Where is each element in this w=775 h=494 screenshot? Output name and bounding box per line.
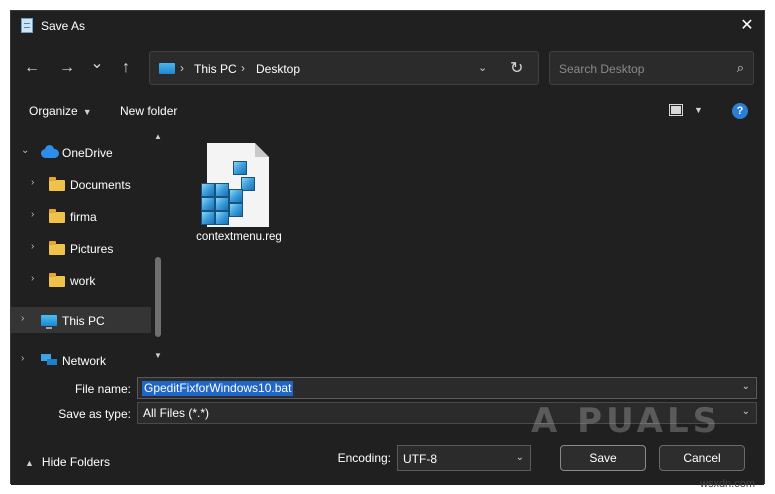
navigation-scrollbar[interactable]: ▲ ▼	[151, 129, 167, 365]
help-icon[interactable]: ?	[732, 103, 748, 119]
appuals-watermark: A PUALS	[531, 401, 722, 441]
encoding-select[interactable]: UTF-8 ⌄	[397, 445, 531, 471]
chevron-down-icon: ▼	[82, 107, 92, 117]
sidebar-item-label: Pictures	[70, 242, 114, 256]
close-button[interactable]: ✕	[736, 15, 758, 37]
collapsed-chevron-icon[interactable]: ›	[31, 273, 34, 284]
folder-icon	[49, 177, 65, 191]
sidebar-item-label: This PC	[62, 314, 105, 328]
scroll-down-arrow-icon[interactable]: ▼	[154, 351, 162, 360]
organize-label: Organize	[29, 104, 78, 118]
window-title: Save As	[41, 19, 86, 33]
registry-cube-icon	[215, 211, 229, 225]
file-name-field[interactable]: GpeditFixforWindows10.bat ⌄	[137, 377, 757, 399]
collapsed-chevron-icon[interactable]: ›	[31, 177, 34, 188]
sidebar-item-network[interactable]: › Network	[11, 347, 151, 365]
encoding-label: Encoding:	[337, 451, 391, 465]
hide-folders-label: Hide Folders	[41, 455, 110, 469]
chevron-up-icon: ▲	[25, 458, 34, 468]
folder-icon	[49, 209, 65, 223]
registry-cube-icon	[215, 197, 229, 211]
collapsed-chevron-icon[interactable]: ›	[21, 313, 24, 324]
new-folder-button[interactable]: New folder	[120, 104, 177, 118]
refresh-icon[interactable]: ↻	[510, 58, 523, 78]
sidebar-item-label: Documents	[70, 178, 131, 192]
search-input[interactable]: Search Desktop	[559, 62, 644, 76]
sidebar-item-pictures[interactable]: › Pictures	[11, 235, 151, 261]
view-options-chevron-icon[interactable]: ▼	[694, 105, 703, 115]
sidebar-item-work[interactable]: › work	[11, 267, 151, 293]
sidebar-item-label: Network	[62, 354, 107, 365]
collapsed-chevron-icon[interactable]: ›	[31, 209, 34, 220]
breadcrumb-separator-icon: ›	[180, 61, 184, 75]
collapsed-chevron-icon[interactable]: ›	[21, 353, 24, 364]
registry-cube-icon	[201, 183, 215, 197]
recent-locations-chevron-icon[interactable]: ⌄	[86, 53, 108, 75]
breadcrumb-separator-icon: ›	[241, 61, 245, 75]
chevron-down-icon[interactable]: ⌄	[742, 406, 750, 417]
sidebar-item-firma[interactable]: › firma	[11, 203, 151, 229]
title-bar: Save As ✕	[11, 11, 764, 41]
this-pc-monitor-icon	[41, 315, 57, 329]
notepad-icon	[21, 18, 33, 33]
scroll-up-arrow-icon[interactable]: ▲	[154, 132, 162, 141]
search-box[interactable]: Search Desktop ⌕	[549, 51, 754, 85]
save-as-type-value: All Files (*.*)	[143, 406, 210, 420]
encoding-value: UTF-8	[403, 452, 437, 466]
collapsed-chevron-icon[interactable]: ›	[31, 241, 34, 252]
registry-cube-icon	[233, 161, 247, 175]
sidebar-item-label: firma	[70, 210, 97, 224]
chevron-down-icon[interactable]: ⌄	[516, 452, 524, 463]
registry-cube-icon	[229, 203, 243, 217]
forward-arrow-icon[interactable]: →	[56, 57, 78, 79]
registry-cube-icon	[201, 211, 215, 225]
sidebar-item-label: work	[70, 274, 96, 288]
site-watermark: wsxdn.com	[700, 478, 756, 490]
this-pc-icon	[159, 63, 175, 74]
registry-cube-icon	[241, 177, 255, 191]
file-list[interactable]: contextmenu.reg	[171, 129, 766, 365]
sidebar-item-onedrive[interactable]: ⌄ OneDrive	[11, 139, 151, 165]
sidebar-item-label: OneDrive	[62, 146, 113, 160]
address-bar[interactable]: › This PC › Desktop ⌄ ↻	[149, 51, 539, 85]
organize-button[interactable]: Organize ▼	[29, 104, 92, 118]
network-icon	[41, 354, 57, 365]
address-dropdown-chevron-icon[interactable]: ⌄	[478, 61, 487, 74]
breadcrumb-desktop[interactable]: Desktop	[256, 62, 300, 76]
search-icon[interactable]: ⌕	[737, 60, 744, 76]
expanded-chevron-icon[interactable]: ⌄	[21, 145, 29, 156]
registry-cube-icon	[215, 183, 229, 197]
file-name-input[interactable]: GpeditFixforWindows10.bat	[142, 381, 294, 396]
onedrive-cloud-icon	[41, 145, 59, 158]
file-name-field-label: File name:	[74, 382, 131, 396]
registry-cube-icon	[201, 197, 215, 211]
cancel-button[interactable]: Cancel	[659, 445, 745, 471]
sidebar-item-this-pc[interactable]: › This PC	[11, 307, 151, 333]
registry-cube-icon	[229, 189, 243, 203]
save-as-dialog: Save As ✕ ← → ⌄ ↑ › This PC › Desktop ⌄ …	[10, 10, 766, 485]
change-view-icon[interactable]	[669, 104, 683, 116]
file-item[interactable]: contextmenu.reg	[189, 139, 289, 249]
hide-folders-button[interactable]: ▲ Hide Folders	[25, 455, 110, 469]
sidebar-item-documents[interactable]: › Documents	[11, 171, 151, 197]
folder-icon	[49, 241, 65, 255]
file-name-label: contextmenu.reg	[196, 231, 282, 243]
folder-icon	[49, 273, 65, 287]
breadcrumb-this-pc[interactable]: This PC	[194, 62, 237, 76]
navigation-pane[interactable]: ⌄ OneDrive › Documents › firma › Picture…	[11, 129, 169, 365]
scrollbar-thumb[interactable]	[155, 257, 161, 337]
back-arrow-icon[interactable]: ←	[21, 57, 43, 79]
up-arrow-icon[interactable]: ↑	[115, 57, 137, 79]
save-button[interactable]: Save	[560, 445, 646, 471]
save-as-type-label: Save as type:	[58, 407, 131, 421]
chevron-down-icon[interactable]: ⌄	[742, 381, 750, 392]
